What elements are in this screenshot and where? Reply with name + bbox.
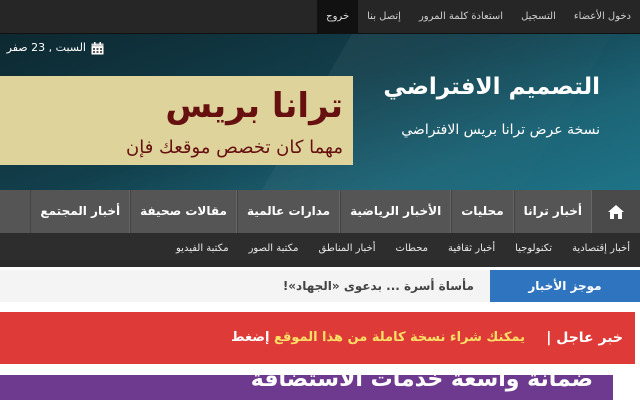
breaking-headline[interactable]: يمكنك شراء نسخة كاملة من هذا الموقع إضغط — [231, 312, 525, 364]
top-bar: دخول الأعضاء التسجيل استعادة كلمة المرور… — [0, 0, 640, 34]
date-text: السبت , 23 صفر — [6, 41, 86, 54]
nav-item-local[interactable]: محليات — [451, 190, 514, 233]
breaking-click-link[interactable]: إضغط — [231, 330, 269, 345]
news-ticker: موجز الأخبار مأساة أسرة ... بدعوى «الجها… — [0, 270, 640, 302]
nav-item-world[interactable]: مدارات عالمية — [236, 190, 341, 233]
sub-nav: أخبار إقتصادية تكنولوجيا أخبار ثقافية مح… — [0, 233, 640, 267]
top-links: دخول الأعضاء التسجيل استعادة كلمة المرور… — [317, 0, 640, 34]
register-link[interactable]: التسجيل — [512, 0, 565, 34]
subnav-item-regions[interactable]: أخبار المناطق — [309, 233, 386, 267]
site-header: السبت , 23 صفر التصميم الافتراضي نسخة عر… — [0, 34, 640, 190]
calendar-icon — [91, 42, 104, 55]
date-display: السبت , 23 صفر — [0, 39, 108, 59]
contact-link[interactable]: إتصل بنا — [358, 0, 410, 34]
nav-item-tarana-news[interactable]: أخبار ترانا — [513, 190, 592, 233]
breaking-text: يمكنك شراء نسخة كاملة من هذا الموقع — [273, 330, 525, 345]
nav-item-society[interactable]: أخبار المجتمع — [30, 190, 131, 233]
login-link[interactable]: دخول الأعضاء — [565, 0, 640, 34]
subnav-item-photos[interactable]: مكتبة الصور — [239, 233, 309, 267]
home-icon — [608, 204, 624, 219]
main-nav: أخبار ترانا محليات الأخبار الرياضية مدار… — [0, 190, 640, 233]
ad-title: ترانا بريس — [165, 86, 343, 126]
ticker-label: موجز الأخبار — [490, 270, 640, 302]
subnav-item-videos[interactable]: مكتبة الفيديو — [166, 233, 239, 267]
ad-subtitle: مهما كان تخصص موقعك فإن — [126, 137, 343, 158]
nav-item-articles[interactable]: مقالات صحيفة — [130, 190, 237, 233]
subnav-item-technology[interactable]: تكنولوجيا — [505, 233, 562, 267]
breaking-label: خبر عاجل | — [546, 330, 623, 346]
subnav-item-economy[interactable]: أخبار إقتصادية — [562, 233, 640, 267]
nav-item-sports[interactable]: الأخبار الرياضية — [340, 190, 452, 233]
recover-password-link[interactable]: استعادة كلمة المرور — [410, 0, 512, 34]
subnav-item-culture[interactable]: أخبار ثقافية — [438, 233, 505, 267]
site-title[interactable]: التصميم الافتراضي — [383, 74, 600, 100]
subnav-item-stations[interactable]: محطات — [386, 233, 438, 267]
breaking-news-bar: خبر عاجل | يمكنك شراء نسخة كاملة من هذا … — [0, 312, 635, 364]
site-subtitle: نسخة عرض ترانا بريس الافتراضي — [401, 122, 600, 138]
ad-banner[interactable]: ترانا بريس مهما كان تخصص موقعك فإن — [0, 76, 353, 165]
logout-link[interactable]: خروج — [317, 0, 359, 34]
purple-banner[interactable]: ضمانة واسعة خدمات الاستضافة — [0, 375, 613, 400]
home-button[interactable] — [592, 190, 640, 233]
purple-banner-text: ضمانة واسعة خدمات الاستضافة — [250, 375, 593, 392]
ticker-headline[interactable]: مأساة أسرة ... بدعوى «الجهاد»! — [283, 270, 474, 302]
